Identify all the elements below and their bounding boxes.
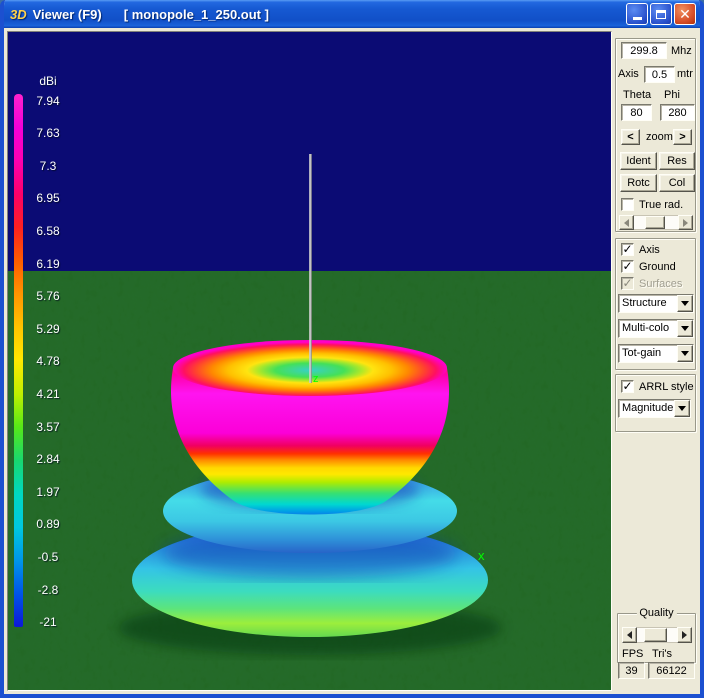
- structure-dropdown[interactable]: Structure: [618, 294, 694, 313]
- minimize-icon: [633, 17, 642, 20]
- close-icon: ✕: [679, 7, 691, 21]
- check-icon: ✓: [622, 278, 632, 288]
- antenna-wire: [310, 154, 311, 383]
- window-filename: [ monopole_1_250.out ]: [124, 7, 269, 22]
- axis-length-label: Axis: [618, 68, 639, 80]
- scrollbar-track[interactable]: [634, 215, 678, 230]
- dropdown-arrow-button[interactable]: [674, 400, 690, 417]
- theta-input[interactable]: [621, 104, 652, 121]
- check-icon: ✓: [622, 244, 632, 254]
- gain-type-dropdown-value: Tot-gain: [622, 347, 677, 359]
- fps-value: [618, 662, 645, 679]
- scroll-right-button[interactable]: [677, 627, 692, 643]
- triangle-down-icon: [678, 406, 686, 411]
- maximize-button[interactable]: [650, 3, 672, 25]
- triangle-down-icon: [681, 301, 689, 306]
- axis-unit-label: mtr: [677, 68, 693, 80]
- true-rad-scrollbar[interactable]: [619, 215, 693, 230]
- slider-track[interactable]: [637, 627, 677, 643]
- tris-value: [648, 662, 695, 679]
- ident-button[interactable]: Ident: [620, 152, 657, 170]
- scroll-right-button[interactable]: [678, 215, 693, 230]
- triangle-right-icon: [683, 219, 688, 227]
- tris-label: Tri's: [652, 648, 672, 660]
- check-icon: ✓: [622, 261, 632, 271]
- phi-input[interactable]: [660, 104, 695, 121]
- ground-checkbox[interactable]: ✓: [621, 260, 634, 273]
- app-icon: 3D: [10, 7, 27, 22]
- arrl-style-checkbox[interactable]: ✓: [621, 380, 634, 393]
- control-panel: Mhz Axis mtr Theta Phi < zoom > Ident Re…: [613, 28, 700, 694]
- dropdown-arrow-button[interactable]: [677, 345, 693, 362]
- close-button[interactable]: ✕: [674, 3, 696, 25]
- color-mode-dropdown[interactable]: Multi-colo: [618, 319, 694, 338]
- surfaces-checkbox-label: Surfaces: [639, 278, 682, 290]
- gain-type-dropdown[interactable]: Tot-gain: [618, 344, 694, 363]
- true-rad-label: True rad.: [639, 199, 683, 211]
- triangle-left-icon: [624, 219, 629, 227]
- ground-checkbox-label: Ground: [639, 261, 676, 273]
- z-axis-marker: z: [313, 373, 319, 385]
- fps-label: FPS: [622, 648, 643, 660]
- theta-label: Theta: [623, 89, 651, 101]
- window-title: Viewer (F9): [33, 7, 102, 22]
- minimize-button[interactable]: [626, 3, 648, 25]
- 3d-viewport[interactable]: z x dBi 7.947.637.36.956.586.195.765.294…: [7, 31, 612, 691]
- triangle-right-icon: [682, 631, 687, 639]
- frequency-input[interactable]: [621, 42, 667, 59]
- dropdown-arrow-button[interactable]: [677, 320, 693, 337]
- res-button[interactable]: Res: [659, 152, 695, 170]
- structure-dropdown-value: Structure: [622, 297, 677, 309]
- maximize-icon: [656, 10, 666, 19]
- 3d-scene: z x: [8, 32, 611, 690]
- color-mode-dropdown-value: Multi-colo: [622, 322, 677, 334]
- quality-slider[interactable]: [622, 627, 692, 643]
- x-axis-marker: x: [478, 548, 485, 563]
- axis-length-input[interactable]: [644, 66, 675, 83]
- col-button[interactable]: Col: [659, 174, 695, 192]
- zoom-out-button[interactable]: <: [621, 129, 640, 145]
- zoom-in-button[interactable]: >: [673, 129, 692, 145]
- triangle-down-icon: [681, 351, 689, 356]
- frequency-unit-label: Mhz: [671, 45, 692, 57]
- magnitude-dropdown[interactable]: Magnitude: [618, 399, 691, 418]
- triangle-left-icon: [627, 631, 632, 639]
- true-rad-checkbox[interactable]: ✓: [621, 198, 634, 211]
- rotc-button[interactable]: Rotc: [620, 174, 657, 192]
- quality-group-label: Quality: [636, 607, 676, 619]
- title-bar[interactable]: 3D Viewer (F9) [ monopole_1_250.out ] ✕: [0, 0, 704, 28]
- arrl-style-label: ARRL style: [639, 381, 694, 393]
- slider-thumb[interactable]: [644, 628, 667, 642]
- triangle-down-icon: [681, 326, 689, 331]
- check-icon: ✓: [622, 381, 632, 391]
- phi-label: Phi: [664, 89, 680, 101]
- viewer-window: 3D Viewer (F9) [ monopole_1_250.out ] ✕: [0, 0, 704, 698]
- scroll-left-button[interactable]: [622, 627, 637, 643]
- magnitude-dropdown-value: Magnitude: [622, 402, 674, 414]
- scroll-left-button[interactable]: [619, 215, 634, 230]
- dropdown-arrow-button[interactable]: [677, 295, 693, 312]
- zoom-label: zoom: [646, 131, 673, 143]
- surfaces-checkbox: ✓: [621, 277, 634, 290]
- radiation-pattern: [118, 340, 502, 655]
- axis-checkbox-label: Axis: [639, 244, 660, 256]
- axis-checkbox[interactable]: ✓: [621, 243, 634, 256]
- scrollbar-thumb[interactable]: [645, 216, 664, 229]
